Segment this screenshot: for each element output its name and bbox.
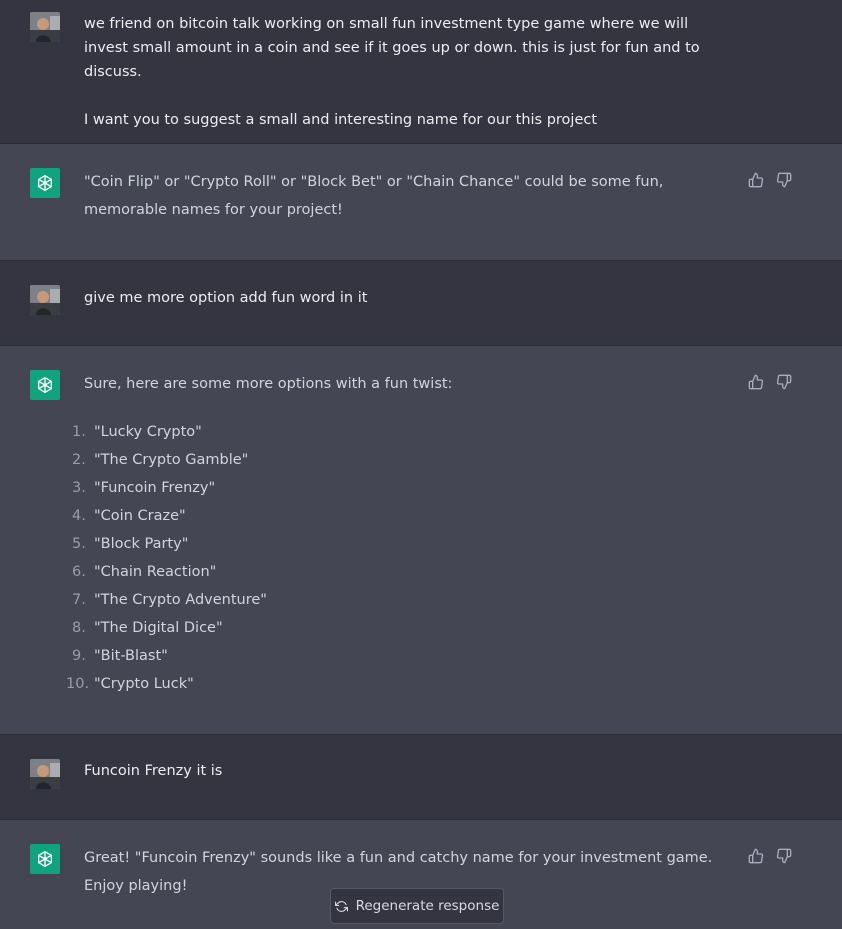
list-item: 9. "Bit-Blast": [72, 642, 734, 670]
list-number: 1.: [72, 424, 86, 440]
feedback-buttons: [748, 172, 792, 188]
openai-logo-icon: [30, 370, 60, 400]
list-text: "The Crypto Gamble": [94, 452, 249, 468]
openai-logo-icon: [30, 168, 60, 198]
list-text: "Crypto Luck": [94, 676, 194, 692]
user-avatar: [30, 285, 60, 315]
list-number: 3.: [72, 480, 86, 496]
list-item: 8. "The Digital Dice": [72, 614, 734, 642]
list-text: "Coin Craze": [94, 508, 186, 524]
list-item: 7. "The Crypto Adventure": [72, 586, 734, 614]
list-item: 5. "Block Party": [72, 530, 734, 558]
user-message-text: give me more option add fun word in it: [84, 290, 368, 306]
message-paragraph: we friend on bitcoin talk working on sma…: [84, 16, 700, 80]
list-text: "Chain Reaction": [94, 564, 217, 580]
list-text: "The Digital Dice": [94, 620, 223, 636]
assistant-message: Sure, here are some more options with a …: [0, 346, 842, 735]
list-number: 2.: [72, 452, 86, 468]
message-intro: Sure, here are some more options with a …: [84, 376, 453, 392]
list-number: 6.: [72, 564, 86, 580]
assistant-message: "Coin Flip" or "Crypto Roll" or "Block B…: [0, 144, 842, 261]
list-item: 4. "Coin Craze": [72, 502, 734, 530]
thumbs-up-icon[interactable]: [748, 172, 764, 188]
list-text: "Lucky Crypto": [94, 424, 202, 440]
chat-thread: we friend on bitcoin talk working on sma…: [0, 0, 842, 929]
feedback-buttons: [748, 848, 792, 864]
user-message: give me more option add fun word in it: [0, 261, 842, 346]
refresh-icon: [334, 900, 348, 913]
list-text: "Bit-Blast": [94, 648, 168, 664]
thumbs-down-icon[interactable]: [776, 848, 792, 864]
list-item: 10. "Crypto Luck": [66, 670, 734, 698]
list-text: "Funcoin Frenzy": [94, 480, 216, 496]
thumbs-up-icon[interactable]: [748, 848, 764, 864]
list-number: 8.: [72, 620, 86, 636]
list-text: "Block Party": [94, 536, 189, 552]
message-paragraph: I want you to suggest a small and intere…: [84, 112, 598, 128]
list-number: 5.: [72, 536, 86, 552]
user-avatar: [30, 12, 60, 42]
list-item: 1. "Lucky Crypto": [72, 418, 734, 446]
user-message: Funcoin Frenzy it is: [0, 735, 842, 820]
assistant-message-text: Sure, here are some more options with a …: [66, 370, 734, 698]
list-text: "The Crypto Adventure": [94, 592, 267, 608]
list-item: 2. "The Crypto Gamble": [72, 446, 734, 474]
list-item: 6. "Chain Reaction": [72, 558, 734, 586]
user-message-text: Funcoin Frenzy it is: [84, 763, 223, 779]
name-options-list: 1. "Lucky Crypto" 2. "The Crypto Gamble" 3…: [66, 418, 734, 698]
thumbs-down-icon[interactable]: [776, 172, 792, 188]
thumbs-down-icon[interactable]: [776, 374, 792, 390]
feedback-buttons: [748, 374, 792, 390]
list-number: 4.: [72, 508, 86, 524]
openai-logo-icon: [30, 844, 60, 874]
list-number: 7.: [72, 592, 86, 608]
user-message: we friend on bitcoin talk working on sma…: [0, 0, 842, 144]
assistant-message-text: "Coin Flip" or "Crypto Roll" or "Block B…: [84, 174, 664, 218]
user-message-text: we friend on bitcoin talk working on sma…: [84, 12, 734, 132]
thumbs-up-icon[interactable]: [748, 374, 764, 390]
list-number: 10.: [66, 676, 90, 692]
list-item: 3. "Funcoin Frenzy": [72, 474, 734, 502]
regenerate-label: Regenerate response: [355, 898, 500, 914]
list-number: 9.: [72, 648, 86, 664]
user-avatar: [30, 759, 60, 789]
regenerate-response-button[interactable]: Regenerate response: [330, 888, 504, 924]
